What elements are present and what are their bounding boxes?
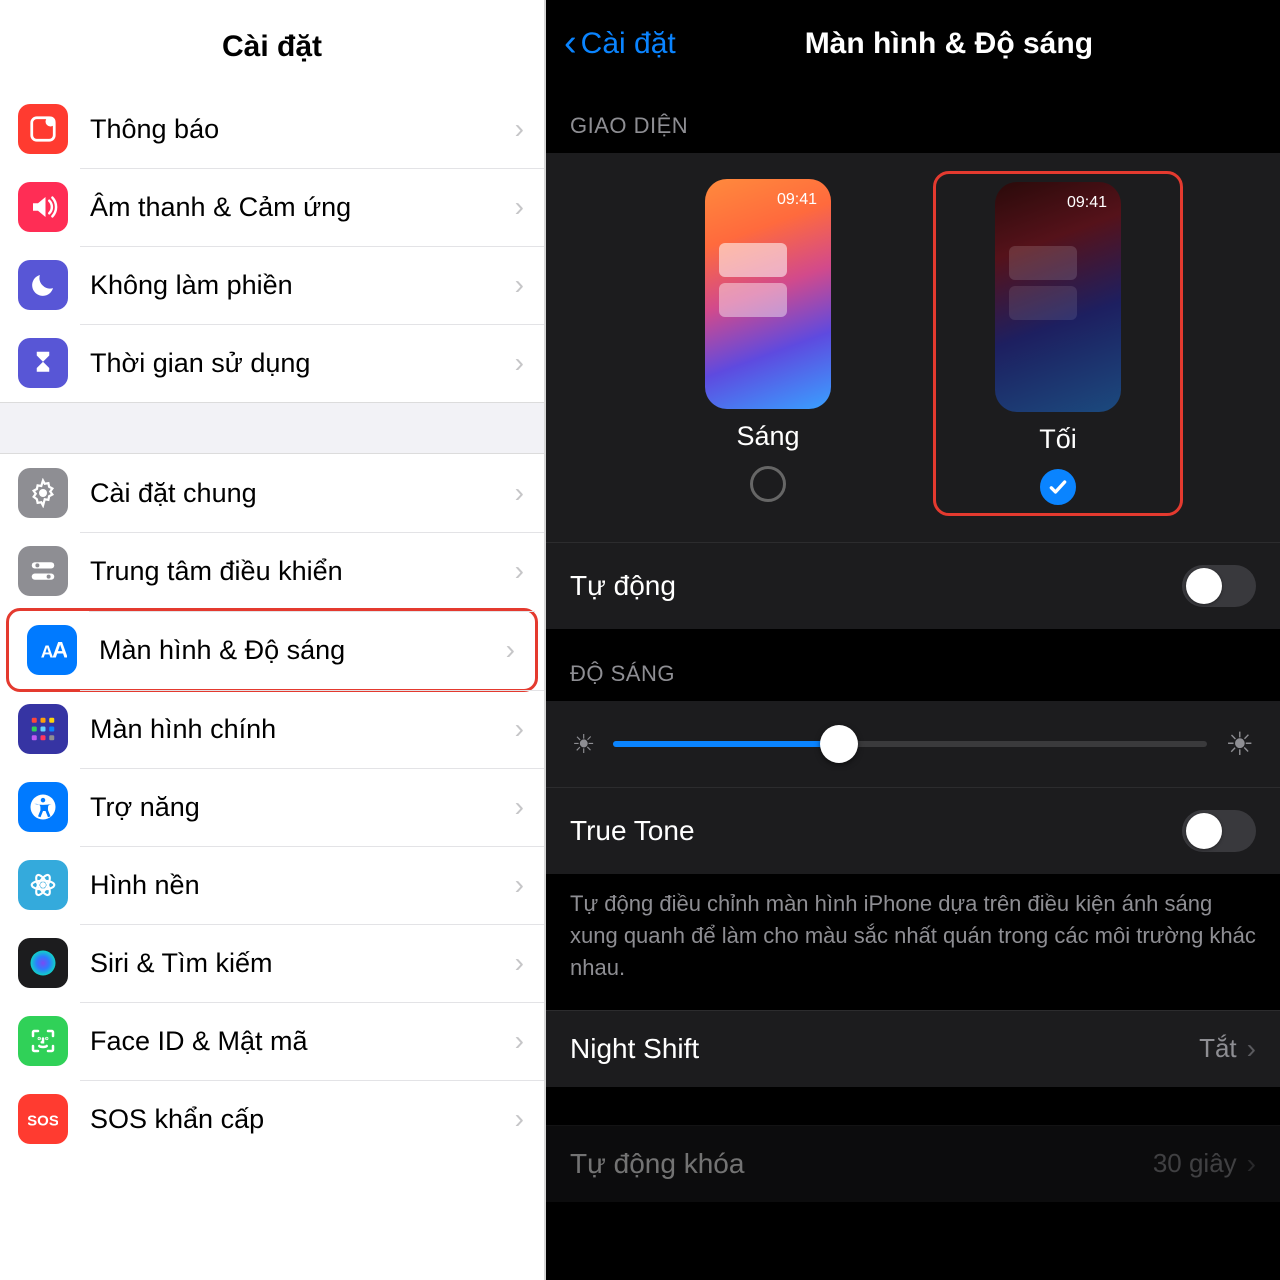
page-title: Cài đặt xyxy=(0,0,544,90)
grid-icon xyxy=(18,704,68,754)
radio-unchecked-icon xyxy=(750,466,786,502)
settings-row-label: Trợ năng xyxy=(90,792,515,823)
chevron-right-icon: › xyxy=(515,269,524,301)
appearance-option-light[interactable]: 09:41 Sáng xyxy=(643,171,893,516)
chevron-right-icon: › xyxy=(515,1103,524,1135)
settings-row-label: Face ID & Mật mã xyxy=(90,1026,515,1057)
settings-row-notifications[interactable]: Thông báo› xyxy=(0,90,544,168)
siri-icon xyxy=(18,938,68,988)
truetone-label: True Tone xyxy=(570,815,1182,847)
automatic-row[interactable]: Tự động xyxy=(546,542,1280,629)
settings-row-moon[interactable]: Không làm phiền› xyxy=(0,246,544,324)
automatic-toggle[interactable] xyxy=(1182,565,1256,607)
chevron-right-icon: › xyxy=(515,555,524,587)
truetone-row[interactable]: True Tone xyxy=(546,787,1280,874)
settings-list-pane: Cài đặt Thông báo›Âm thanh & Cảm ứng›Khô… xyxy=(0,0,546,1280)
appearance-light-label: Sáng xyxy=(736,421,799,452)
settings-row-switches[interactable]: Trung tâm điều khiển› xyxy=(0,532,544,610)
settings-row-accessibility[interactable]: Trợ năng› xyxy=(0,768,544,846)
chevron-right-icon: › xyxy=(515,113,524,145)
chevron-right-icon: › xyxy=(506,634,515,666)
settings-row-gear[interactable]: Cài đặt chung› xyxy=(0,454,544,532)
display-brightness-pane: ‹ Cài đặt Màn hình & Độ sáng GIAO DIỆN 0… xyxy=(546,0,1280,1280)
switches-icon xyxy=(18,546,68,596)
settings-row-sound[interactable]: Âm thanh & Cảm ứng› xyxy=(0,168,544,246)
autolock-value: 30 giây xyxy=(1153,1148,1237,1179)
settings-row-label: Màn hình & Độ sáng xyxy=(99,635,506,666)
settings-row-aa[interactable]: Màn hình & Độ sáng› xyxy=(6,608,538,692)
chevron-left-icon: ‹ xyxy=(564,22,577,65)
autolock-label: Tự động khóa xyxy=(570,1148,1153,1180)
settings-row-label: Không làm phiền xyxy=(90,270,515,301)
settings-row-hourglass[interactable]: Thời gian sử dụng› xyxy=(0,324,544,402)
nightshift-value: Tắt xyxy=(1199,1033,1237,1064)
settings-row-grid[interactable]: Màn hình chính› xyxy=(0,690,544,768)
moon-icon xyxy=(18,260,68,310)
chevron-right-icon: › xyxy=(515,191,524,223)
autolock-row[interactable]: Tự động khóa 30 giây › xyxy=(546,1125,1280,1202)
chevron-right-icon: › xyxy=(515,477,524,509)
nav-bar: ‹ Cài đặt Màn hình & Độ sáng xyxy=(546,0,1280,81)
settings-row-sos[interactable]: SOS khẩn cấp› xyxy=(0,1080,544,1158)
settings-row-label: SOS khẩn cấp xyxy=(90,1104,515,1135)
chevron-right-icon: › xyxy=(1247,1033,1256,1065)
brightness-row: ☀︎ ☀︎ xyxy=(546,701,1280,787)
accessibility-icon xyxy=(18,782,68,832)
chevron-right-icon: › xyxy=(515,791,524,823)
brightness-slider[interactable] xyxy=(613,741,1207,747)
chevron-right-icon: › xyxy=(1247,1148,1256,1180)
truetone-description: Tự động điều chỉnh màn hình iPhone dựa t… xyxy=(546,874,1280,1010)
chevron-right-icon: › xyxy=(515,1025,524,1057)
settings-row-flower[interactable]: Hình nền› xyxy=(0,846,544,924)
radio-checked-icon xyxy=(1040,469,1076,505)
hourglass-icon xyxy=(18,338,68,388)
sun-max-icon: ☀︎ xyxy=(1225,725,1254,763)
settings-row-label: Hình nền xyxy=(90,870,515,901)
notifications-icon xyxy=(18,104,68,154)
chevron-right-icon: › xyxy=(515,947,524,979)
preview-light: 09:41 xyxy=(705,179,831,409)
sound-icon xyxy=(18,182,68,232)
gear-icon xyxy=(18,468,68,518)
sun-min-icon: ☀︎ xyxy=(572,729,595,760)
chevron-right-icon: › xyxy=(515,869,524,901)
settings-row-siri[interactable]: Siri & Tìm kiếm› xyxy=(0,924,544,1002)
chevron-right-icon: › xyxy=(515,713,524,745)
settings-row-label: Thông báo xyxy=(90,114,515,145)
appearance-dark-label: Tối xyxy=(1039,424,1077,455)
preview-dark: 09:41 xyxy=(995,182,1121,412)
appearance-header: GIAO DIỆN xyxy=(546,81,1280,153)
faceid-icon xyxy=(18,1016,68,1066)
settings-row-label: Siri & Tìm kiếm xyxy=(90,948,515,979)
settings-row-label: Màn hình chính xyxy=(90,714,515,745)
chevron-right-icon: › xyxy=(515,347,524,379)
brightness-header: ĐỘ SÁNG xyxy=(546,629,1280,701)
nightshift-label: Night Shift xyxy=(570,1033,1199,1065)
settings-row-label: Âm thanh & Cảm ứng xyxy=(90,192,515,223)
flower-icon xyxy=(18,860,68,910)
appearance-picker: 09:41 Sáng 09:41 Tối xyxy=(546,153,1280,542)
nightshift-row[interactable]: Night Shift Tắt › xyxy=(546,1010,1280,1087)
detail-title: Màn hình & Độ sáng xyxy=(636,27,1262,61)
settings-row-label: Trung tâm điều khiển xyxy=(90,556,515,587)
aa-icon xyxy=(27,625,77,675)
truetone-toggle[interactable] xyxy=(1182,810,1256,852)
sos-icon xyxy=(18,1094,68,1144)
appearance-option-dark[interactable]: 09:41 Tối xyxy=(933,171,1183,516)
settings-row-faceid[interactable]: Face ID & Mật mã› xyxy=(0,1002,544,1080)
settings-row-label: Thời gian sử dụng xyxy=(90,348,515,379)
settings-row-label: Cài đặt chung xyxy=(90,478,515,509)
automatic-label: Tự động xyxy=(570,570,1182,602)
